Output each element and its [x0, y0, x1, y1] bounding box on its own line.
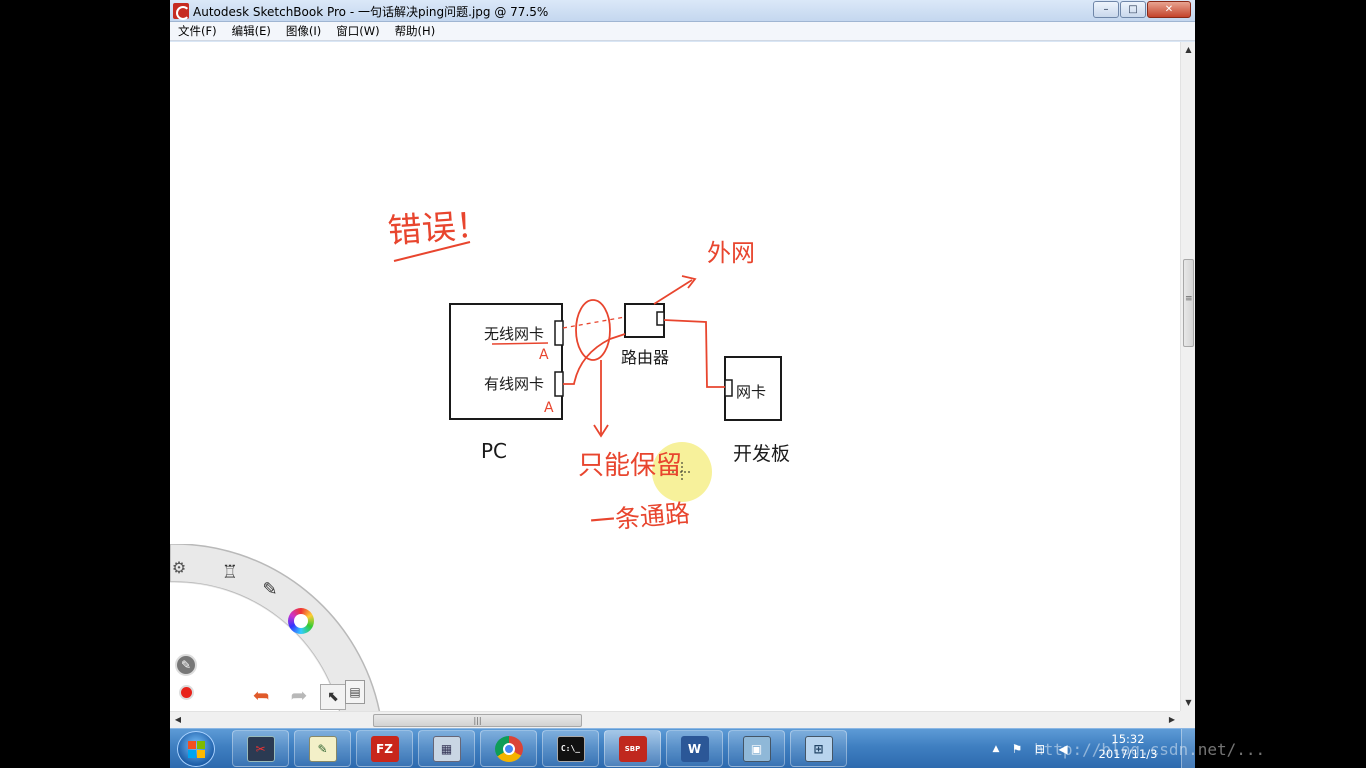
horizontal-scroll-thumb[interactable]: ||| [373, 714, 582, 727]
note-line2: 一条通路 [589, 499, 691, 537]
word-icon: W [680, 735, 709, 762]
sketchbook-app-icon[interactable] [173, 3, 190, 20]
wired-nic-label: 有线网卡 [484, 375, 544, 393]
wireless-port-label: A [539, 347, 549, 363]
wireless-port [554, 320, 564, 346]
calculator-icon: ▦ [432, 735, 461, 762]
taskbar-chrome[interactable] [480, 730, 537, 767]
heading-error: 错误！ [386, 205, 491, 252]
wireless-nic-label: 无线网卡 [484, 325, 544, 343]
settings-icon[interactable]: ⚙ [170, 554, 188, 580]
board-nic-label: 网卡 [736, 383, 766, 401]
sketchbook-icon: SBP [618, 735, 647, 762]
layer-icon[interactable]: ▤ [345, 680, 365, 704]
taskbar-filezilla[interactable]: FZ [356, 730, 413, 767]
vertical-scrollbar[interactable]: ▲ ▼ [1180, 42, 1195, 711]
taskbar-command-prompt[interactable]: C:\_ [542, 730, 599, 767]
desktop-screen: Autodesk SketchBook Pro - 一句话解决ping问题.jp… [0, 0, 1366, 768]
scroll-left-icon[interactable]: ◀ [170, 712, 186, 728]
start-button[interactable] [177, 731, 215, 767]
taskbar-notepad[interactable]: ✎ [294, 730, 351, 767]
taskbar-photo-viewer[interactable]: ▣ [728, 730, 785, 767]
scroll-corner [1180, 711, 1195, 728]
maximize-button[interactable]: □ [1120, 1, 1146, 18]
wireless-link [562, 316, 626, 329]
menu-edit[interactable]: 编辑(E) [224, 23, 278, 39]
wireless-underline [491, 342, 549, 345]
scroll-down-icon[interactable]: ▼ [1181, 695, 1196, 711]
photo-viewer-icon: ▣ [742, 735, 771, 762]
horizontal-scrollbar[interactable]: ◀ ||| ▶ [170, 711, 1180, 728]
menu-help[interactable]: 帮助(H) [387, 23, 443, 39]
external-network-label: 外网 [707, 239, 755, 267]
menu-file[interactable]: 文件(F) [170, 23, 224, 39]
window-controls: – □ ✕ [1093, 1, 1191, 18]
wired-port-label: A [544, 400, 554, 416]
drawing-canvas[interactable]: 错误！ 无线网卡 A 有线网卡 A PC 路由器 网卡 开发板 外网 只能保留 … [170, 42, 1180, 711]
title-bar[interactable]: Autodesk SketchBook Pro - 一句话解决ping问题.jp… [170, 0, 1195, 22]
scroll-right-icon[interactable]: ▶ [1164, 712, 1180, 728]
taskbar-snipping-tool[interactable]: ✂ [232, 730, 289, 767]
select-icon[interactable]: ⬉ [320, 684, 346, 710]
menu-image[interactable]: 图像(I) [278, 23, 328, 39]
windows-logo-icon [188, 741, 206, 759]
color-swatch-icon[interactable] [179, 685, 194, 700]
paintbrush-icon[interactable]: ✎ [258, 574, 282, 604]
taskbar-word[interactable]: W [666, 730, 723, 767]
filezilla-icon: FZ [370, 735, 399, 762]
remote-desktop-icon: ⊞ [804, 735, 833, 762]
router-board-link [663, 319, 725, 388]
snipping-tool-icon: ✂ [246, 735, 275, 762]
color-wheel-center [294, 614, 308, 628]
scroll-up-icon[interactable]: ▲ [1181, 42, 1196, 58]
window-title: Autodesk SketchBook Pro - 一句话解决ping问题.jp… [193, 5, 549, 19]
minimize-button[interactable]: – [1093, 1, 1119, 18]
command-prompt-icon: C:\_ [556, 735, 585, 762]
action-center-flag-icon[interactable]: ⚑ [1009, 741, 1025, 757]
router-caption: 路由器 [621, 348, 669, 367]
taskbar-remote-desktop[interactable]: ⊞ [790, 730, 847, 767]
vertical-scroll-thumb[interactable] [1183, 259, 1194, 347]
router-port [656, 311, 665, 326]
notepad-icon: ✎ [308, 735, 337, 762]
board-caption: 开发板 [733, 443, 790, 465]
wired-port [554, 371, 564, 397]
undo-icon[interactable]: ➦ [246, 683, 276, 707]
close-button[interactable]: ✕ [1147, 1, 1191, 18]
menu-window[interactable]: 窗口(W) [328, 23, 386, 39]
pencil-icon[interactable]: ✎ [175, 654, 197, 676]
taskbar-sketchbook[interactable]: SBP [604, 730, 661, 767]
brush-library-icon[interactable]: ♖ [218, 558, 242, 586]
sketchbook-window: Autodesk SketchBook Pro - 一句话解决ping问题.jp… [170, 0, 1195, 728]
menu-bar: 文件(F) 编辑(E) 图像(I) 窗口(W) 帮助(H) [170, 22, 1195, 41]
pc-caption: PC [481, 439, 507, 463]
redo-icon[interactable]: ➦ [284, 683, 314, 707]
chrome-icon [494, 735, 523, 762]
note-line1: 只能保留 [578, 451, 682, 481]
internet-link [653, 279, 693, 305]
taskbar-calculator[interactable]: ▦ [418, 730, 475, 767]
wired-link [563, 333, 626, 385]
show-hidden-icons-icon[interactable]: ▲ [988, 741, 1004, 757]
blog-watermark: http://blog.csdn.net/... [1034, 740, 1266, 759]
dev-board-port [724, 379, 733, 397]
